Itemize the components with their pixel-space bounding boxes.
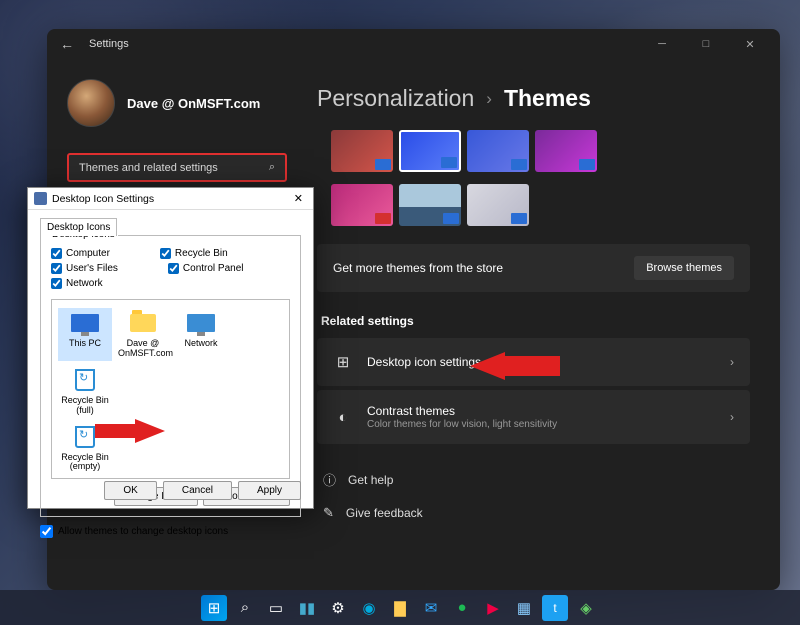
theme-thumbnail[interactable] [467,130,529,172]
window-title: Settings [89,38,129,50]
taskbar-search-icon[interactable]: ⌕ [232,595,258,621]
theme-thumbnail[interactable] [399,184,461,226]
taskbar-settings-icon[interactable]: ⚙ [325,595,351,621]
get-help-link[interactable]: ⓘ Get help [317,462,750,497]
tab-desktop-icons[interactable]: Desktop Icons [40,218,117,236]
start-button[interactable]: ⊞ [201,595,227,621]
back-button[interactable]: ← [55,32,79,56]
user-profile[interactable]: Dave @ OnMSFT.com [67,69,287,147]
checkbox-allow-themes[interactable]: Allow themes to change desktop icons [40,525,301,538]
checkbox-computer[interactable]: Computer [51,248,110,259]
theme-thumbnail[interactable] [331,130,393,172]
chevron-right-icon: › [730,355,734,369]
taskbar-spotify-icon[interactable]: ● [449,595,475,621]
taskbar-edge-icon[interactable]: ◉ [356,595,382,621]
theme-thumbnail[interactable] [467,184,529,226]
store-text: Get more themes from the store [333,261,634,275]
breadcrumb-parent[interactable]: Personalization [317,85,474,112]
taskbar-play-icon[interactable]: ▶ [480,595,506,621]
chevron-right-icon: › [486,89,492,109]
search-input[interactable]: Themes and related settings ⌕ [67,153,287,182]
cancel-button[interactable]: Cancel [163,481,232,500]
store-row: Get more themes from the store Browse th… [317,244,750,292]
checkbox-recycle-bin[interactable]: Recycle Bin [160,248,228,259]
desktop-icon: ⊞ [333,352,353,372]
breadcrumb-current: Themes [504,85,591,112]
taskbar-app-icon[interactable]: ◈ [573,595,599,621]
help-icon: ⓘ [323,470,336,489]
taskbar-app-icon[interactable]: ▦ [511,595,537,621]
search-value: Themes and related settings [79,162,269,174]
apply-button[interactable]: Apply [238,481,301,500]
minimize-button[interactable]: ─ [640,29,684,59]
taskbar-twitter-icon[interactable]: t [542,595,568,621]
dialog-title: Desktop Icon Settings [52,193,290,205]
icon-recycle-empty[interactable]: Recycle Bin (empty) [58,422,112,475]
taskbar-mail-icon[interactable]: ✉ [418,595,444,621]
dialog-title-bar: Desktop Icon Settings ✕ [28,188,313,210]
give-feedback-link[interactable]: ✎ Give feedback [317,497,750,529]
taskbar-taskview-icon[interactable]: ▭ [263,595,289,621]
icon-user-folder[interactable]: Dave @ OnMSFT.com [116,308,170,361]
chevron-right-icon: › [730,410,734,424]
main-panel: Personalization › Themes Get more themes… [307,59,780,590]
contrast-themes-row[interactable]: ◐ Contrast themes Color themes for low v… [317,390,750,444]
taskbar-widgets-icon[interactable]: ▮▮ [294,595,320,621]
icon-recycle-full[interactable]: Recycle Bin (full) [58,365,112,418]
related-settings-heading: Related settings [317,314,750,328]
breadcrumb: Personalization › Themes [317,85,750,112]
desktop-icon-settings-row[interactable]: ⊞ Desktop icon settings › [317,338,750,386]
checkbox-control-panel[interactable]: Control Panel [168,263,244,274]
search-icon: ⌕ [269,161,275,174]
avatar [67,79,115,127]
ok-button[interactable]: OK [104,481,156,500]
checkbox-users-files[interactable]: User's Files [51,263,118,274]
contrast-icon: ◐ [333,407,353,427]
title-bar: ← Settings ─ □ ✕ [47,29,780,59]
theme-thumbnail-selected[interactable] [399,130,461,172]
desktop-icons-group: Desktop icons Computer Recycle Bin User'… [40,235,301,517]
close-button[interactable]: ✕ [728,29,772,59]
themes-grid [317,130,750,226]
browse-themes-button[interactable]: Browse themes [634,256,734,280]
maximize-button[interactable]: □ [684,29,728,59]
dialog-icon [34,192,47,205]
theme-thumbnail[interactable] [331,184,393,226]
taskbar: ⊞ ⌕ ▭ ▮▮ ⚙ ◉ ▇ ✉ ● ▶ ▦ t ◈ [0,590,800,625]
icon-this-pc[interactable]: This PC [58,308,112,361]
icon-network[interactable]: Network [174,308,228,361]
dialog-close-button[interactable]: ✕ [290,192,307,205]
theme-thumbnail[interactable] [535,130,597,172]
taskbar-explorer-icon[interactable]: ▇ [387,595,413,621]
user-name: Dave @ OnMSFT.com [127,96,260,111]
icon-preview-list: This PC Dave @ OnMSFT.com Network Recycl… [51,299,290,479]
checkbox-network[interactable]: Network [51,278,103,289]
desktop-icon-settings-dialog: Desktop Icon Settings ✕ Desktop Icons De… [27,187,314,509]
feedback-icon: ✎ [323,505,334,521]
